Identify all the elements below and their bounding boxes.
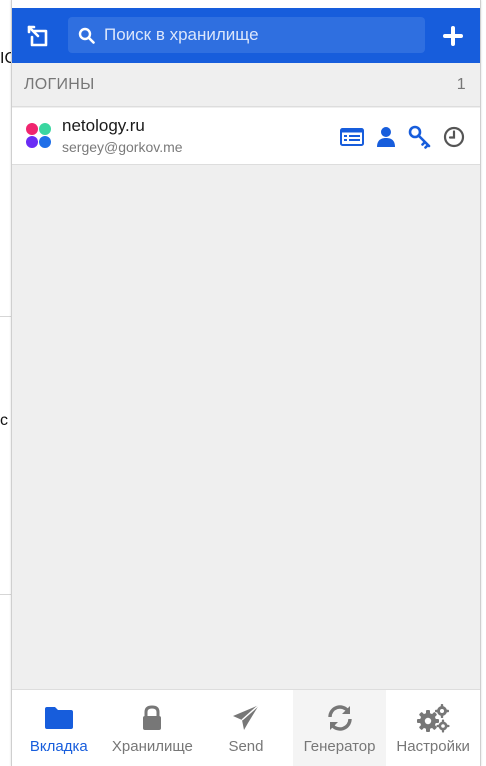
extension-popup: ЛОГИНЫ 1 netology.ru sergey@gorkov.me (11, 0, 481, 766)
background-divider (0, 316, 11, 317)
lock-icon (143, 704, 162, 730)
login-site-name: netology.ru (62, 116, 145, 135)
copy-username-icon (377, 126, 395, 147)
folder-icon (44, 706, 73, 729)
paper-plane-icon (232, 703, 260, 730)
history-icon (443, 126, 465, 147)
logins-section-header: ЛОГИНЫ 1 (12, 63, 480, 107)
history-button[interactable] (442, 125, 466, 149)
copy-password-button[interactable] (408, 125, 432, 149)
tab-generator[interactable]: Генератор (292, 690, 387, 766)
refresh-icon (327, 704, 352, 731)
tab-vault[interactable]: Хранилище (106, 690, 200, 766)
copy-username-button[interactable] (374, 125, 398, 149)
login-item[interactable]: netology.ru sergey@gorkov.me (12, 108, 480, 165)
bottom-tab-bar: Вкладка Хранилище Send Генератор Настрой… (12, 689, 480, 766)
section-title: ЛОГИНЫ (24, 75, 95, 93)
site-favicon-icon (25, 122, 53, 150)
tab-label: Вкладка (29, 737, 88, 755)
cogs-icon (417, 703, 450, 732)
section-count: 1 (456, 75, 466, 93)
view-details-button[interactable] (340, 125, 364, 149)
plus-icon (442, 25, 463, 46)
tab-label: Генератор (303, 737, 376, 755)
tab-label: Настройки (396, 737, 470, 755)
background-text-fragment: c (0, 412, 8, 429)
popout-button[interactable] (12, 8, 64, 63)
tab-settings[interactable]: Настройки (386, 690, 480, 766)
copy-password-icon (408, 125, 431, 149)
view-details-icon (340, 127, 364, 146)
search-input[interactable] (104, 17, 425, 53)
background-divider (0, 594, 11, 595)
search-icon (68, 17, 104, 53)
tab-current[interactable]: Вкладка (12, 690, 106, 766)
popout-icon (27, 25, 48, 46)
login-username: sergey@gorkov.me (62, 139, 183, 155)
search-box (68, 17, 425, 53)
popup-header (12, 8, 480, 63)
tab-label: Send (228, 737, 264, 755)
add-item-button[interactable] (425, 8, 480, 63)
tab-label: Хранилище (111, 737, 193, 755)
tab-send[interactable]: Send (199, 690, 293, 766)
